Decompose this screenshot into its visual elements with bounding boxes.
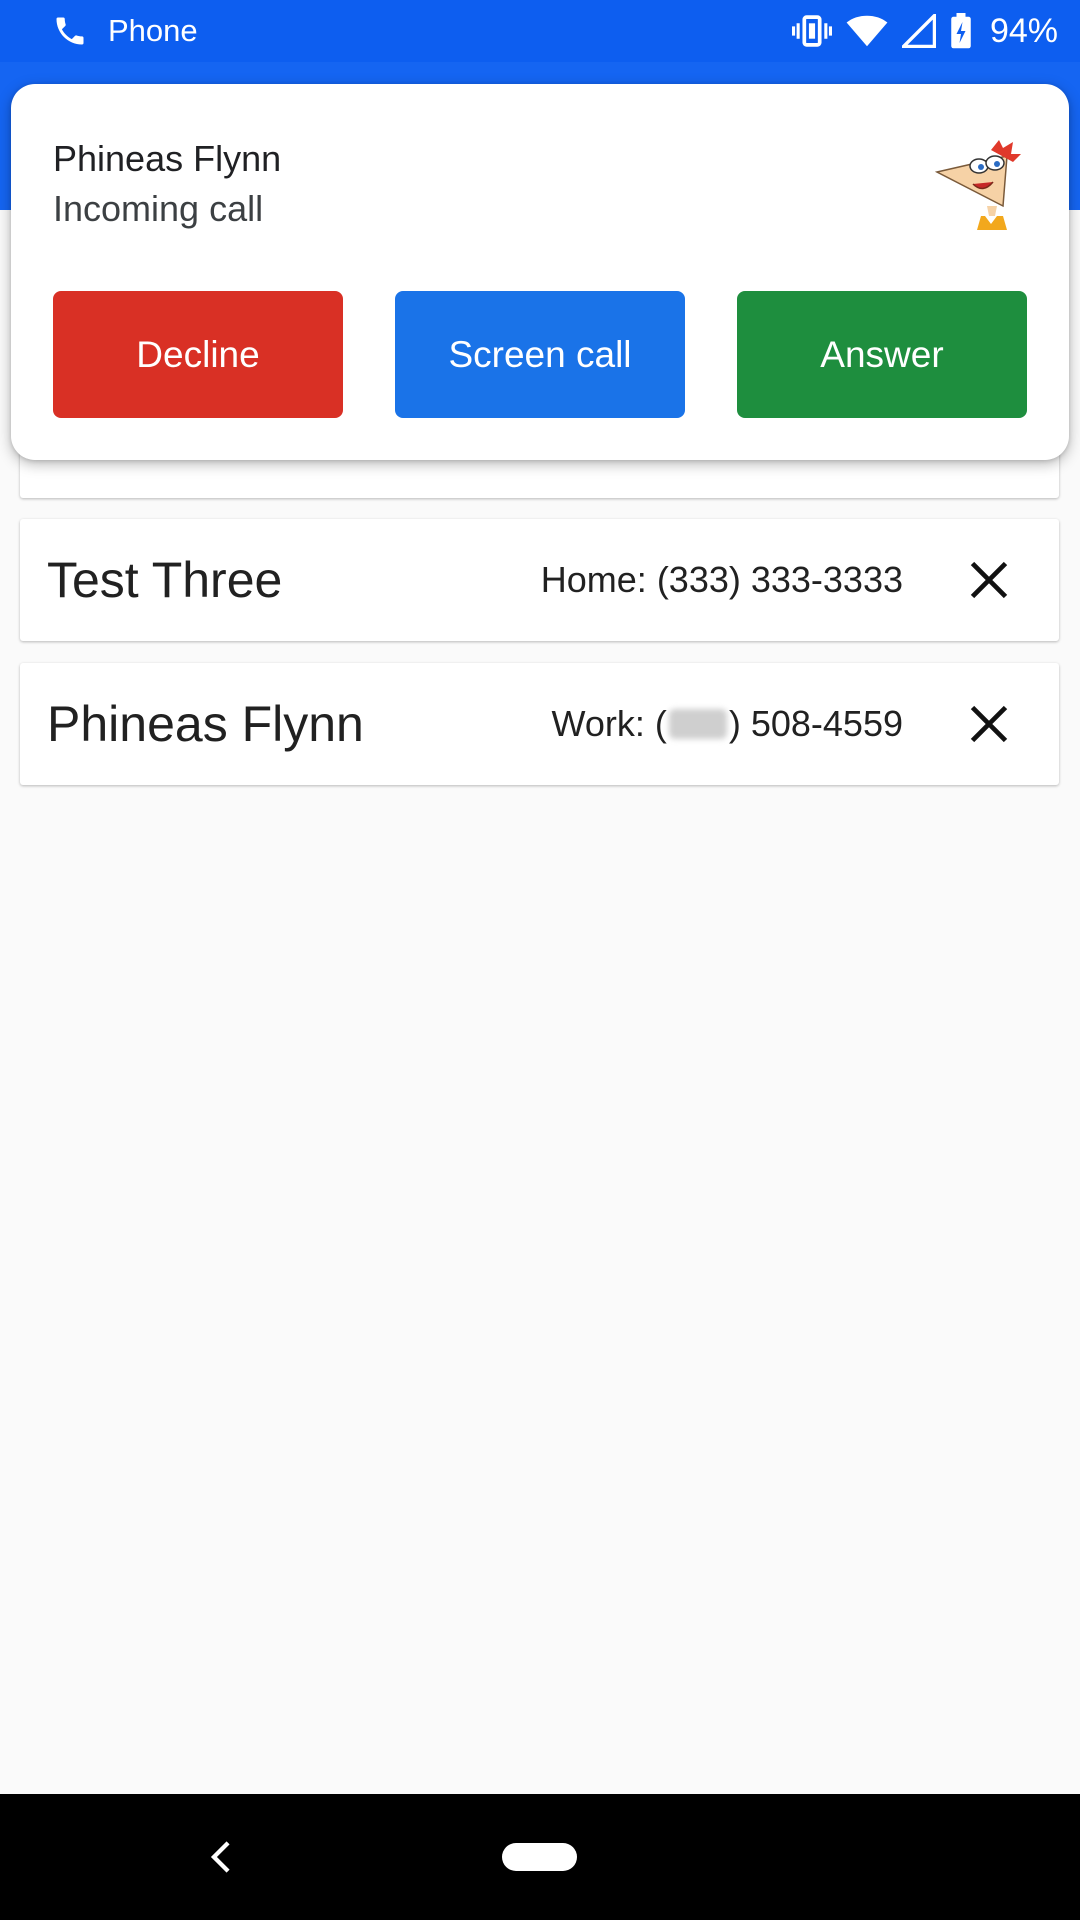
contact-card[interactable]: Phineas Flynn Work: ( ) 508-4559 (20, 663, 1059, 785)
contact-row: Phineas Flynn Work: ( ) 508-4559 (20, 663, 1059, 785)
contact-phone-text: Home: (333) 333-3333 (540, 559, 903, 600)
contact-name: Test Three (47, 552, 283, 608)
contact-card[interactable]: Test Three Home: (333) 333-3333 (20, 519, 1059, 641)
wifi-icon (846, 15, 888, 47)
signal-icon (901, 14, 936, 48)
call-status: Incoming call (53, 188, 264, 229)
vibrate-icon (791, 15, 832, 47)
answer-button[interactable]: Answer (737, 291, 1027, 418)
back-icon (210, 1841, 230, 1873)
status-bar: Phone 94% (0, 0, 1080, 62)
navigation-bar (0, 1794, 1080, 1920)
battery-percent: 94% (989, 11, 1058, 50)
contact-phone-prefix: Work: ( (551, 703, 667, 744)
status-left: Phone (52, 13, 198, 49)
decline-button[interactable]: Decline (53, 291, 343, 418)
remove-contact-button[interactable] (959, 694, 1019, 754)
contact-phone-suffix: ) 508-4559 (728, 703, 903, 744)
status-icons: 94% (791, 11, 1058, 51)
contact-row: Test Three Home: (333) 333-3333 (20, 519, 1059, 641)
contact-phone: Work: ( ) 508-4559 (552, 703, 903, 745)
close-icon (970, 705, 1008, 743)
incoming-call-notification[interactable]: Phineas Flynn Incoming call Decline Scre… (11, 84, 1069, 460)
screen-call-button[interactable]: Screen call (395, 291, 685, 418)
contact-phone: Home: (333) 333-3333 (541, 559, 903, 601)
remove-contact-button[interactable] (959, 550, 1019, 610)
caller-avatar (934, 140, 1021, 230)
phone-icon (56, 17, 84, 45)
redacted-area-code (668, 709, 727, 739)
back-button[interactable] (198, 1832, 244, 1882)
status-app-label: Phone (108, 13, 198, 48)
close-icon (970, 561, 1008, 599)
caller-name: Phineas Flynn (53, 138, 282, 179)
contact-name: Phineas Flynn (47, 696, 364, 752)
home-pill[interactable] (502, 1843, 577, 1871)
battery-charging-icon (951, 13, 971, 49)
